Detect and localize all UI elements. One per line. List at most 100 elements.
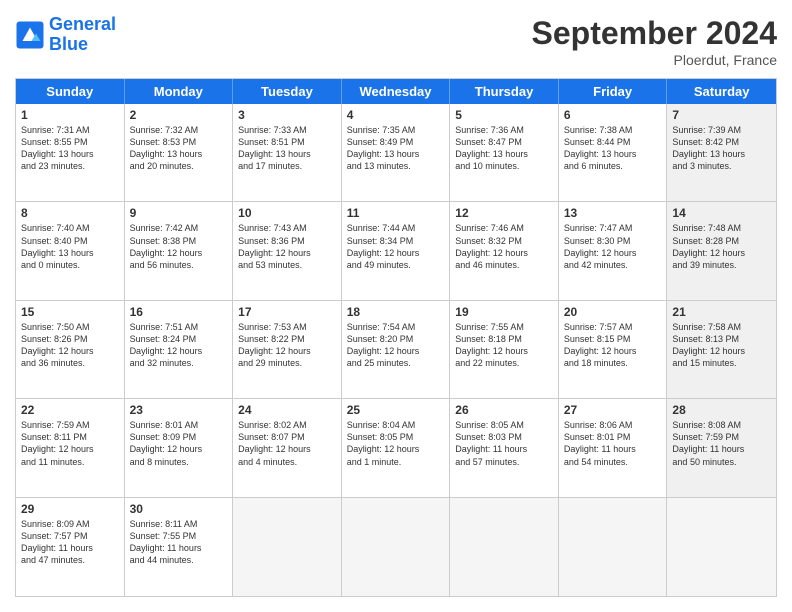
- calendar-cell: 19 Sunrise: 7:55 AMSunset: 8:18 PMDayligh…: [450, 301, 559, 398]
- day-number: 15: [21, 305, 119, 319]
- calendar-cell: [667, 498, 776, 596]
- cell-details: Sunrise: 8:08 AMSunset: 7:59 PMDaylight:…: [672, 419, 771, 468]
- cell-details: Sunrise: 7:40 AMSunset: 8:40 PMDaylight:…: [21, 222, 119, 271]
- cell-details: Sunrise: 8:06 AMSunset: 8:01 PMDaylight:…: [564, 419, 662, 468]
- day-number: 23: [130, 403, 228, 417]
- calendar-cell: 6 Sunrise: 7:38 AMSunset: 8:44 PMDaylight…: [559, 104, 668, 201]
- title-block: September 2024 Ploerdut, France: [532, 15, 777, 68]
- day-number: 12: [455, 206, 553, 220]
- calendar-cell: 29 Sunrise: 8:09 AMSunset: 7:57 PMDayligh…: [16, 498, 125, 596]
- cell-details: Sunrise: 7:31 AMSunset: 8:55 PMDaylight:…: [21, 124, 119, 173]
- weekday-header: Thursday: [450, 79, 559, 104]
- weekday-header: Monday: [125, 79, 234, 104]
- cell-details: Sunrise: 7:59 AMSunset: 8:11 PMDaylight:…: [21, 419, 119, 468]
- day-number: 29: [21, 502, 119, 516]
- cell-details: Sunrise: 7:51 AMSunset: 8:24 PMDaylight:…: [130, 321, 228, 370]
- day-number: 27: [564, 403, 662, 417]
- calendar-cell: [233, 498, 342, 596]
- calendar-row: 1 Sunrise: 7:31 AMSunset: 8:55 PMDaylight…: [16, 104, 776, 202]
- day-number: 8: [21, 206, 119, 220]
- header: General Blue September 2024 Ploerdut, Fr…: [15, 15, 777, 68]
- calendar-cell: 8 Sunrise: 7:40 AMSunset: 8:40 PMDaylight…: [16, 202, 125, 299]
- calendar-cell: 30 Sunrise: 8:11 AMSunset: 7:55 PMDayligh…: [125, 498, 234, 596]
- calendar-cell: 1 Sunrise: 7:31 AMSunset: 8:55 PMDaylight…: [16, 104, 125, 201]
- cell-details: Sunrise: 8:05 AMSunset: 8:03 PMDaylight:…: [455, 419, 553, 468]
- calendar-cell: 12 Sunrise: 7:46 AMSunset: 8:32 PMDayligh…: [450, 202, 559, 299]
- calendar-row: 15 Sunrise: 7:50 AMSunset: 8:26 PMDayligh…: [16, 301, 776, 399]
- cell-details: Sunrise: 7:47 AMSunset: 8:30 PMDaylight:…: [564, 222, 662, 271]
- day-number: 25: [347, 403, 445, 417]
- calendar-cell: 17 Sunrise: 7:53 AMSunset: 8:22 PMDayligh…: [233, 301, 342, 398]
- cell-details: Sunrise: 7:44 AMSunset: 8:34 PMDaylight:…: [347, 222, 445, 271]
- calendar-cell: 24Sunrise: 8:02 AMSunset: 8:07 PMDayligh…: [233, 399, 342, 496]
- calendar-cell: 9 Sunrise: 7:42 AMSunset: 8:38 PMDaylight…: [125, 202, 234, 299]
- calendar-cell: 18 Sunrise: 7:54 AMSunset: 8:20 PMDayligh…: [342, 301, 451, 398]
- calendar-cell: 28 Sunrise: 8:08 AMSunset: 7:59 PMDayligh…: [667, 399, 776, 496]
- cell-details: Sunrise: 7:35 AMSunset: 8:49 PMDaylight:…: [347, 124, 445, 173]
- calendar-cell: [450, 498, 559, 596]
- day-number: 2: [130, 108, 228, 122]
- calendar: SundayMondayTuesdayWednesdayThursdayFrid…: [15, 78, 777, 597]
- calendar-body: 1 Sunrise: 7:31 AMSunset: 8:55 PMDaylight…: [16, 104, 776, 596]
- weekday-header: Tuesday: [233, 79, 342, 104]
- cell-details: Sunrise: 7:46 AMSunset: 8:32 PMDaylight:…: [455, 222, 553, 271]
- month-title: September 2024: [532, 15, 777, 52]
- calendar-cell: 25 Sunrise: 8:04 AMSunset: 8:05 PMDayligh…: [342, 399, 451, 496]
- day-number: 26: [455, 403, 553, 417]
- cell-details: Sunrise: 7:36 AMSunset: 8:47 PMDaylight:…: [455, 124, 553, 173]
- cell-details: Sunrise: 7:48 AMSunset: 8:28 PMDaylight:…: [672, 222, 771, 271]
- day-number: 1: [21, 108, 119, 122]
- day-number: 3: [238, 108, 336, 122]
- cell-details: Sunrise: 8:11 AMSunset: 7:55 PMDaylight:…: [130, 518, 228, 567]
- day-number: 7: [672, 108, 771, 122]
- day-number: 21: [672, 305, 771, 319]
- cell-details: Sunrise: 7:50 AMSunset: 8:26 PMDaylight:…: [21, 321, 119, 370]
- day-number: 4: [347, 108, 445, 122]
- calendar-cell: 22 Sunrise: 7:59 AMSunset: 8:11 PMDayligh…: [16, 399, 125, 496]
- cell-details: Sunrise: 8:04 AMSunset: 8:05 PMDaylight:…: [347, 419, 445, 468]
- calendar-header: SundayMondayTuesdayWednesdayThursdayFrid…: [16, 79, 776, 104]
- calendar-row: 8 Sunrise: 7:40 AMSunset: 8:40 PMDaylight…: [16, 202, 776, 300]
- cell-details: Sunrise: 8:01 AMSunset: 8:09 PMDaylight:…: [130, 419, 228, 468]
- calendar-cell: 26 Sunrise: 8:05 AMSunset: 8:03 PMDayligh…: [450, 399, 559, 496]
- day-number: 6: [564, 108, 662, 122]
- calendar-cell: [342, 498, 451, 596]
- day-number: 18: [347, 305, 445, 319]
- cell-details: Sunrise: 7:38 AMSunset: 8:44 PMDaylight:…: [564, 124, 662, 173]
- logo-icon: [15, 20, 45, 50]
- day-number: 19: [455, 305, 553, 319]
- calendar-cell: 21Sunrise: 7:58 AMSunset: 8:13 PMDayligh…: [667, 301, 776, 398]
- logo: General Blue: [15, 15, 116, 55]
- calendar-cell: 5 Sunrise: 7:36 AMSunset: 8:47 PMDaylight…: [450, 104, 559, 201]
- calendar-cell: 11 Sunrise: 7:44 AMSunset: 8:34 PMDayligh…: [342, 202, 451, 299]
- cell-details: Sunrise: 7:33 AMSunset: 8:51 PMDaylight:…: [238, 124, 336, 173]
- day-number: 20: [564, 305, 662, 319]
- day-number: 9: [130, 206, 228, 220]
- day-number: 11: [347, 206, 445, 220]
- calendar-cell: 27 Sunrise: 8:06 AMSunset: 8:01 PMDayligh…: [559, 399, 668, 496]
- day-number: 30: [130, 502, 228, 516]
- day-number: 5: [455, 108, 553, 122]
- calendar-row: 22 Sunrise: 7:59 AMSunset: 8:11 PMDayligh…: [16, 399, 776, 497]
- cell-details: Sunrise: 7:54 AMSunset: 8:20 PMDaylight:…: [347, 321, 445, 370]
- weekday-header: Sunday: [16, 79, 125, 104]
- weekday-header: Wednesday: [342, 79, 451, 104]
- day-number: 10: [238, 206, 336, 220]
- cell-details: Sunrise: 7:57 AMSunset: 8:15 PMDaylight:…: [564, 321, 662, 370]
- location: Ploerdut, France: [532, 52, 777, 68]
- cell-details: Sunrise: 8:09 AMSunset: 7:57 PMDaylight:…: [21, 518, 119, 567]
- calendar-cell: 7Sunrise: 7:39 AMSunset: 8:42 PMDaylight…: [667, 104, 776, 201]
- day-number: 17: [238, 305, 336, 319]
- weekday-header: Friday: [559, 79, 668, 104]
- day-number: 22: [21, 403, 119, 417]
- cell-details: Sunrise: 7:42 AMSunset: 8:38 PMDaylight:…: [130, 222, 228, 271]
- cell-details: Sunrise: 7:43 AMSunset: 8:36 PMDaylight:…: [238, 222, 336, 271]
- cell-details: Sunrise: 7:55 AMSunset: 8:18 PMDaylight:…: [455, 321, 553, 370]
- page: General Blue September 2024 Ploerdut, Fr…: [0, 0, 792, 612]
- day-number: 24: [238, 403, 336, 417]
- calendar-cell: 15 Sunrise: 7:50 AMSunset: 8:26 PMDayligh…: [16, 301, 125, 398]
- cell-details: Sunrise: 7:53 AMSunset: 8:22 PMDaylight:…: [238, 321, 336, 370]
- cell-details: Sunrise: 7:32 AMSunset: 8:53 PMDaylight:…: [130, 124, 228, 173]
- day-number: 14: [672, 206, 771, 220]
- day-number: 28: [672, 403, 771, 417]
